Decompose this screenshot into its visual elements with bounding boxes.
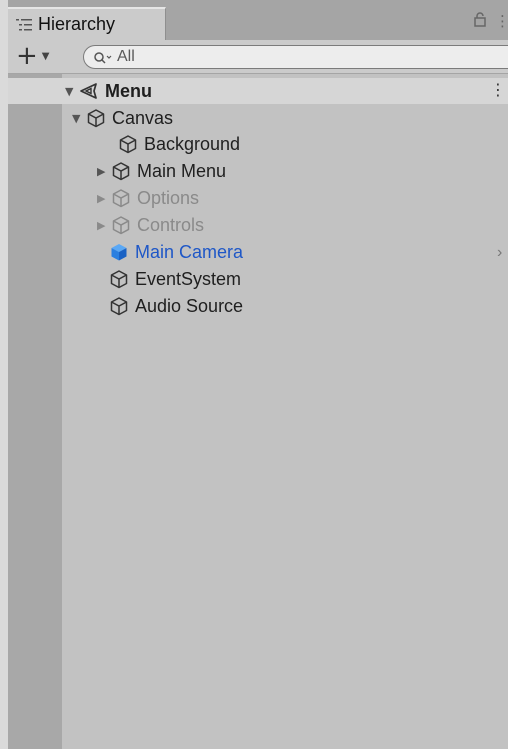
- tree-item-label: Options: [137, 187, 200, 208]
- tree-item-eventsystem[interactable]: EventSystem: [109, 266, 241, 292]
- unity-scene-icon: [79, 81, 99, 101]
- tree-item-controls[interactable]: ▶ Controls: [97, 212, 204, 238]
- tree-item-canvas[interactable]: ▼ Canvas: [72, 105, 173, 131]
- kebab-menu-icon[interactable]: ⋮: [495, 12, 508, 30]
- gameobject-cube-icon: [86, 108, 106, 128]
- tab-bar: Hierarchy ⋮: [8, 0, 508, 40]
- gameobject-cube-icon: [109, 269, 129, 289]
- scene-name: Menu: [105, 80, 152, 101]
- search-field[interactable]: [83, 45, 508, 69]
- tree-item-background[interactable]: Background: [118, 131, 240, 157]
- search-input[interactable]: [113, 48, 417, 66]
- tree-item-label: Main Menu: [137, 160, 227, 181]
- tree-item-main-menu[interactable]: ▶ Main Menu: [97, 158, 226, 184]
- gameobject-cube-icon: [111, 215, 131, 235]
- collapsed-arrow-icon[interactable]: ▶: [97, 219, 111, 232]
- tree-item-label: Audio Source: [135, 295, 244, 316]
- scene-menu-icon[interactable]: ⋮: [490, 80, 506, 99]
- list-icon: [16, 18, 32, 32]
- collapsed-arrow-icon[interactable]: ▶: [97, 165, 111, 178]
- hierarchy-toolbar: + ▼: [8, 40, 508, 74]
- expand-arrow-icon[interactable]: ▼: [65, 85, 79, 98]
- tree-item-options[interactable]: ▶ Options: [97, 185, 199, 211]
- tab-label: Hierarchy: [38, 14, 116, 34]
- tree-gutter: [8, 74, 62, 749]
- tree-item-label: Background: [144, 133, 241, 154]
- create-button[interactable]: + ▼: [16, 41, 56, 71]
- chevron-down-icon: ▼: [41, 50, 50, 62]
- tree-item-label: EventSystem: [135, 268, 242, 289]
- tree-item-audio-source[interactable]: Audio Source: [109, 293, 243, 319]
- scene-item-menu[interactable]: ▼ Menu: [65, 78, 152, 104]
- tree-item-label: Controls: [137, 214, 205, 235]
- tree-item-label: Main Camera: [135, 241, 244, 262]
- gameobject-cube-icon: [109, 296, 129, 316]
- lock-icon[interactable]: [474, 12, 486, 31]
- gameobject-cube-icon: [118, 134, 138, 154]
- prefab-cube-icon: [109, 242, 129, 262]
- tree-item-main-camera[interactable]: Main Camera: [109, 239, 243, 265]
- gameobject-cube-icon: [111, 161, 131, 181]
- collapsed-arrow-icon[interactable]: ▶: [97, 192, 111, 205]
- chevron-right-icon[interactable]: ›: [497, 244, 502, 262]
- gameobject-cube-icon: [111, 188, 131, 208]
- tree-item-label: Canvas: [112, 107, 174, 128]
- plus-icon: +: [16, 41, 38, 71]
- tab-hierarchy[interactable]: Hierarchy: [8, 7, 166, 40]
- search-icon[interactable]: [93, 50, 113, 64]
- window-edge: [0, 0, 8, 749]
- expanded-arrow-icon[interactable]: ▼: [72, 112, 86, 125]
